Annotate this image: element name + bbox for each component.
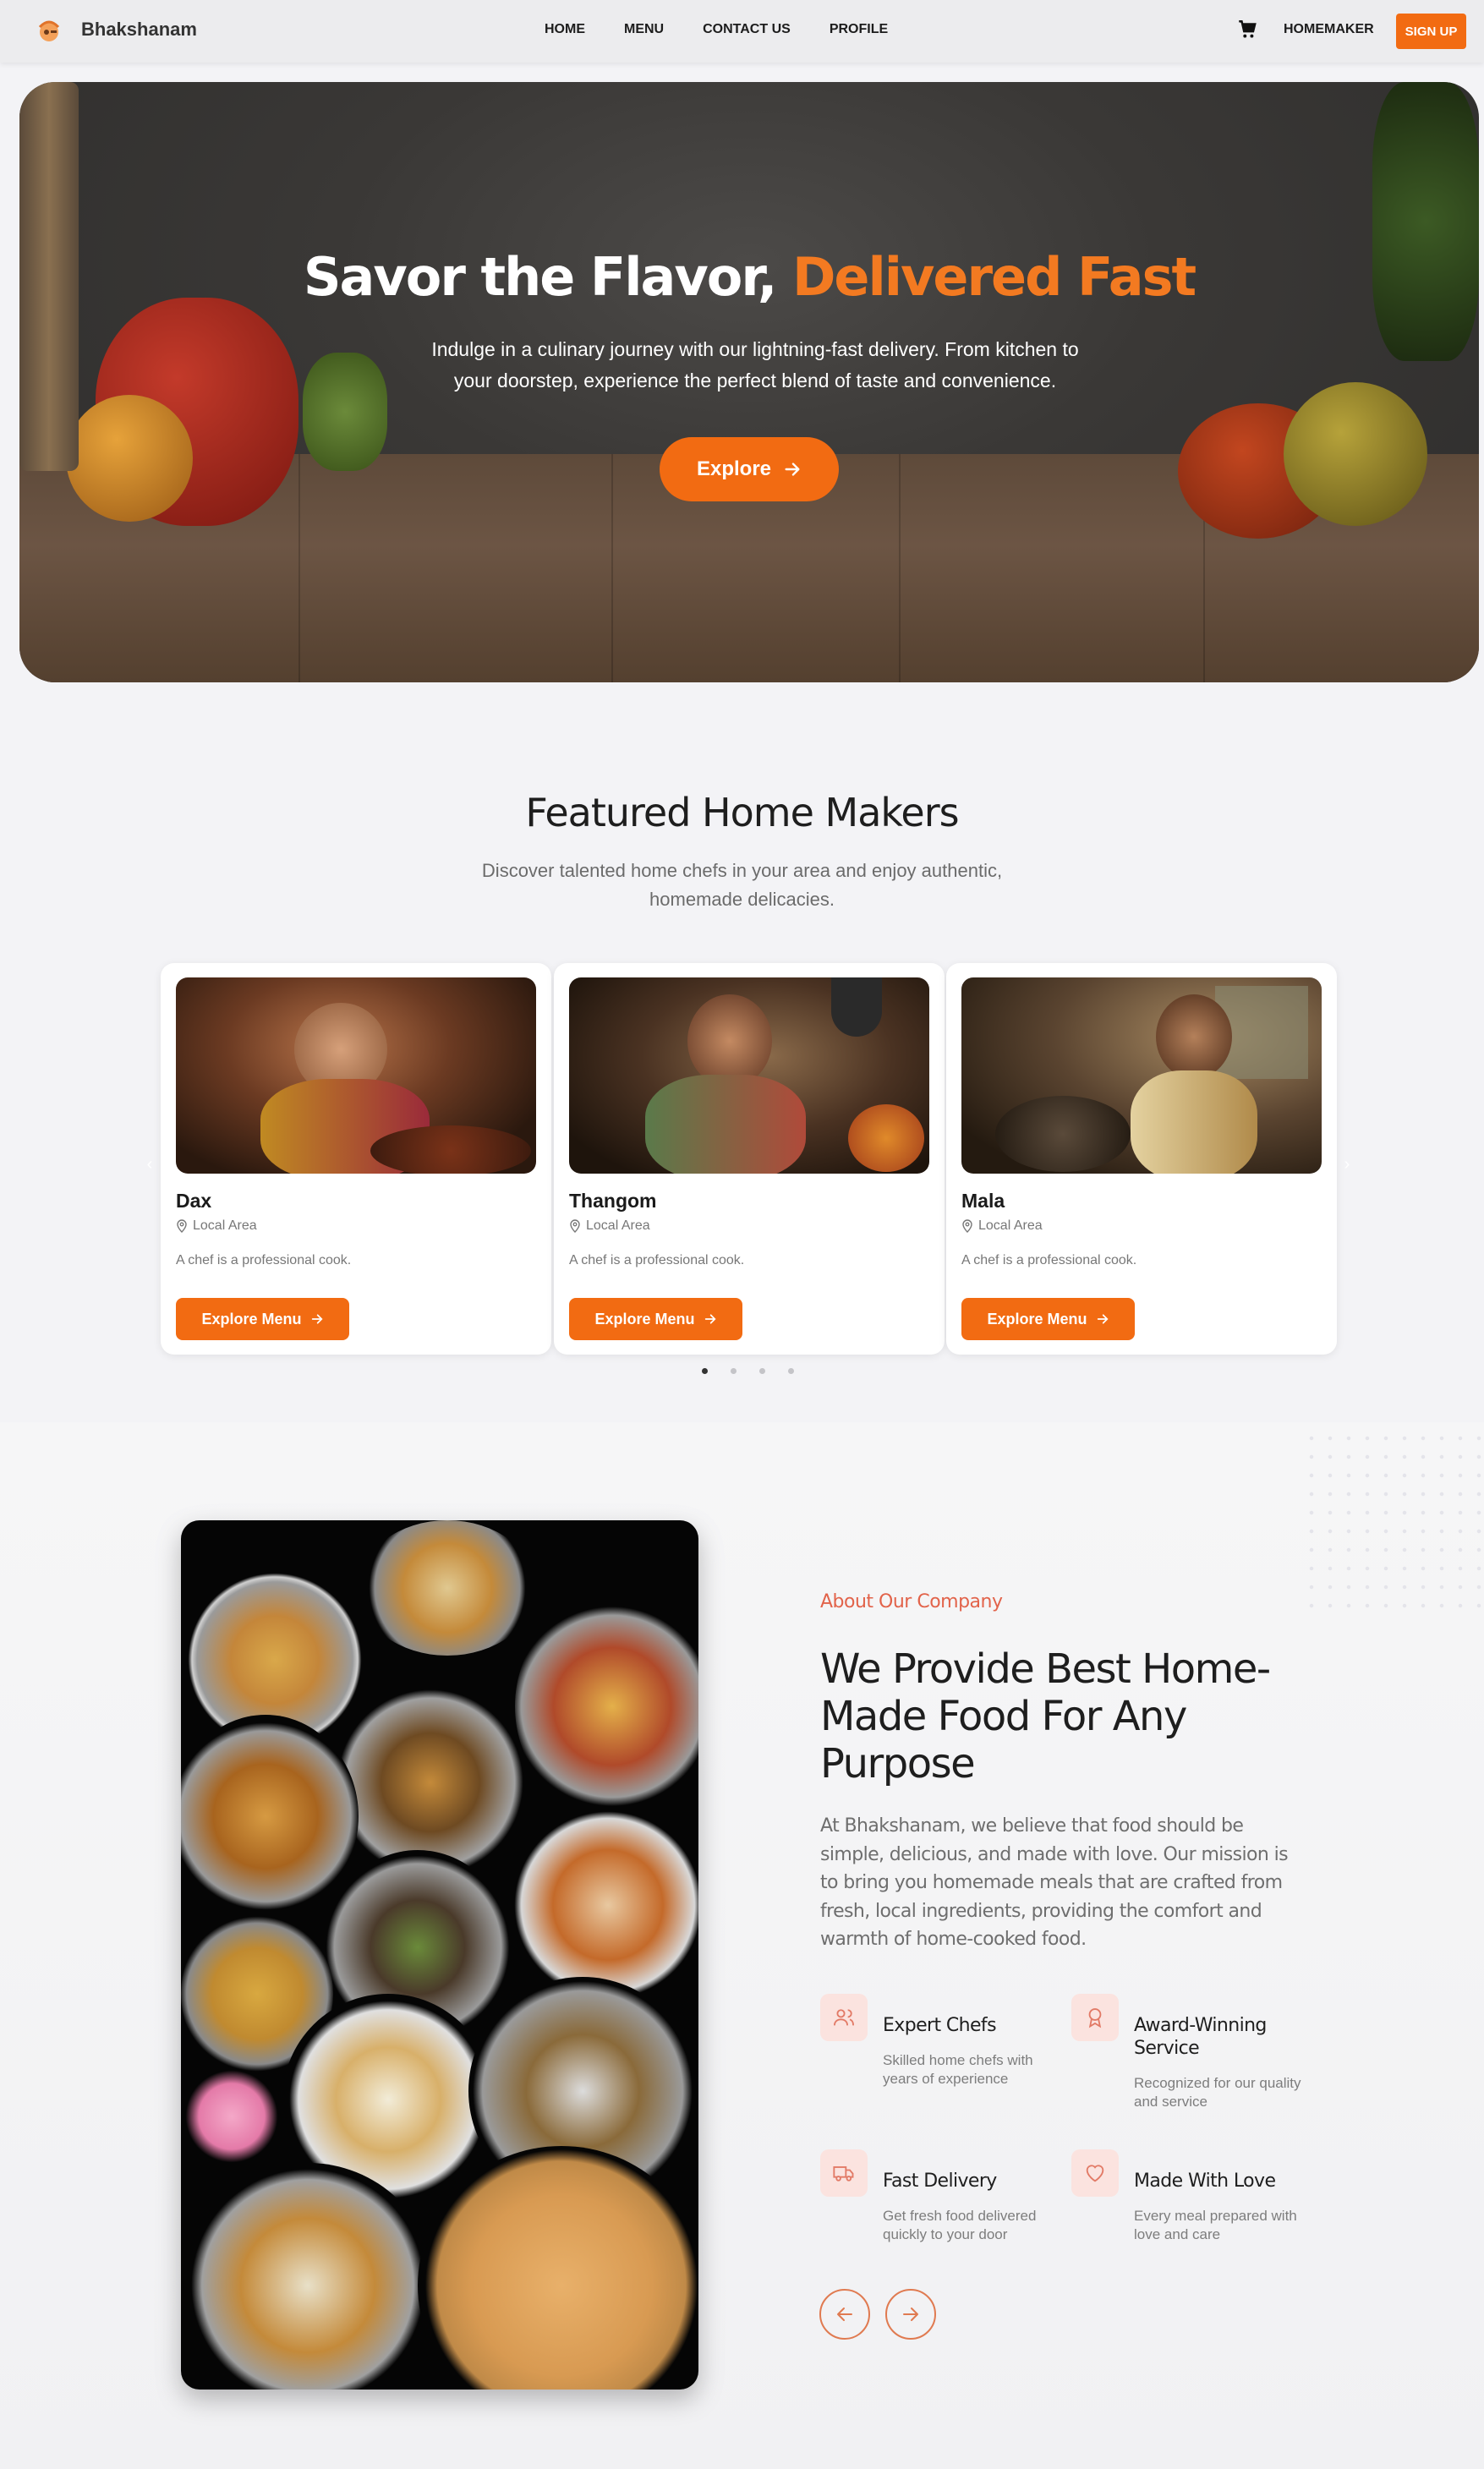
- hero-title-main: Savor the Flavor,: [303, 246, 792, 308]
- explore-menu-button[interactable]: Explore Menu: [569, 1298, 742, 1340]
- location-pin-icon: [570, 1219, 580, 1233]
- nav-profile[interactable]: PROFILE: [830, 22, 888, 37]
- nav-links: HOME MENU CONTACT US PROFILE: [545, 22, 888, 37]
- chef-name: Dax: [176, 1190, 212, 1212]
- homemaker-card: Mala Local Area A chef is a professional…: [946, 963, 1337, 1355]
- arrow-left-icon: [837, 2308, 852, 2321]
- carousel-dot[interactable]: [731, 1368, 737, 1374]
- about-title: We Provide Best Home-Made Food For Any P…: [820, 1645, 1271, 1787]
- about-next-button[interactable]: [885, 2289, 936, 2340]
- arrow-right-icon: [785, 463, 800, 476]
- chef-location: Local Area: [569, 1218, 650, 1234]
- thali-food-image: [181, 1520, 698, 2390]
- signup-button[interactable]: SIGN UP: [1396, 14, 1466, 49]
- feature-description: Every meal prepared with love and care: [1134, 2208, 1297, 2242]
- chef-description: A chef is a professional cook.: [569, 1253, 745, 1267]
- chef-description: A chef is a professional cook.: [176, 1253, 352, 1267]
- explore-menu-label: Explore Menu: [987, 1310, 1087, 1328]
- arrow-right-icon: [704, 1314, 716, 1324]
- chef-location-text: Local Area: [586, 1218, 650, 1233]
- location-pin-icon: [962, 1219, 972, 1233]
- feature-title: Made With Love: [1134, 2171, 1276, 2192]
- feature-description: Get fresh food delivered quickly to your…: [883, 2208, 1037, 2242]
- carousel-dot[interactable]: [759, 1368, 765, 1374]
- chef-name: Mala: [961, 1190, 1005, 1212]
- arrow-right-icon: [311, 1314, 323, 1324]
- explore-button-label: Explore: [696, 457, 772, 480]
- carousel-dots: [702, 1368, 794, 1374]
- arrow-right-icon: [1097, 1314, 1109, 1324]
- carousel-next-icon[interactable]: ›: [1338, 1155, 1356, 1174]
- chef-name: Thangom: [569, 1190, 657, 1212]
- about-kicker: About Our Company: [820, 1591, 1003, 1612]
- herbs-image: [1372, 82, 1479, 361]
- feature-title: Fast Delivery: [883, 2171, 997, 2192]
- chef-location-text: Local Area: [978, 1218, 1043, 1233]
- explore-menu-button[interactable]: Explore Menu: [961, 1298, 1135, 1340]
- hero-subtitle: Indulge in a culinary journey with our l…: [431, 338, 1079, 391]
- feature-title: Award-Winning Service: [1134, 2015, 1267, 2059]
- nav-homemaker[interactable]: HOMEMAKER: [1284, 22, 1374, 37]
- chef-photo: [569, 977, 929, 1174]
- nav-menu[interactable]: MENU: [624, 22, 664, 37]
- explore-menu-label: Explore Menu: [594, 1310, 695, 1328]
- top-navbar: Bhakshanam HOME MENU CONTACT US PROFILE …: [0, 0, 1484, 63]
- broccoli-image: [303, 353, 387, 471]
- location-pin-icon: [177, 1219, 187, 1233]
- yellow-pepper-image: [1284, 382, 1427, 526]
- chef-location-text: Local Area: [193, 1218, 257, 1233]
- arrow-right-icon: [903, 2308, 918, 2321]
- homemaker-card: Thangom Local Area A chef is a professio…: [554, 963, 945, 1355]
- carousel-prev-icon[interactable]: ‹: [140, 1155, 159, 1174]
- featured-title: Featured Home Makers: [525, 790, 959, 835]
- feature-title: Expert Chefs: [883, 2015, 997, 2036]
- explore-button[interactable]: Explore: [660, 437, 839, 501]
- table-plank-line: [899, 454, 901, 682]
- about-prev-button[interactable]: [819, 2289, 870, 2340]
- carousel-dot[interactable]: [788, 1368, 794, 1374]
- chef-photo: [176, 977, 536, 1174]
- chef-location: Local Area: [176, 1218, 257, 1234]
- feature-description: Skilled home chefs with years of experie…: [883, 2052, 1033, 2087]
- heart-icon: [1071, 2149, 1119, 2197]
- table-plank-line: [611, 454, 613, 682]
- chef-photo: [961, 977, 1322, 1174]
- explore-menu-button[interactable]: Explore Menu: [176, 1298, 349, 1340]
- hero-banner: Savor the Flavor, Delivered Fast Indulge…: [19, 82, 1479, 682]
- chef-logo-icon[interactable]: [32, 14, 66, 47]
- hero-title: Savor the Flavor, Delivered Fast: [19, 246, 1479, 308]
- featured-subtitle: Discover talented home chefs in your are…: [481, 860, 1003, 910]
- table-plank-line: [298, 454, 300, 682]
- nav-contact-us[interactable]: CONTACT US: [703, 22, 791, 37]
- truck-icon: [820, 2149, 868, 2197]
- carousel-dot[interactable]: [702, 1368, 708, 1374]
- feature-description: Recognized for our quality and service: [1134, 2075, 1301, 2110]
- chef-location: Local Area: [961, 1218, 1043, 1234]
- explore-menu-label: Explore Menu: [201, 1310, 302, 1328]
- hero-title-accent: Delivered Fast: [791, 246, 1197, 308]
- award-icon: [1071, 1994, 1119, 2041]
- lemon-image: [66, 395, 193, 522]
- chef-description: A chef is a professional cook.: [961, 1253, 1137, 1267]
- about-description: At Bhakshanam, we believe that food shou…: [820, 1815, 1289, 1950]
- users-icon: [820, 1994, 868, 2041]
- brand-name[interactable]: Bhakshanam: [81, 19, 197, 41]
- decorative-dot-pattern: [1302, 1429, 1484, 1615]
- nav-home[interactable]: HOME: [545, 22, 585, 37]
- cart-icon[interactable]: [1236, 19, 1258, 41]
- homemaker-card: Dax Local Area A chef is a professional …: [161, 963, 551, 1355]
